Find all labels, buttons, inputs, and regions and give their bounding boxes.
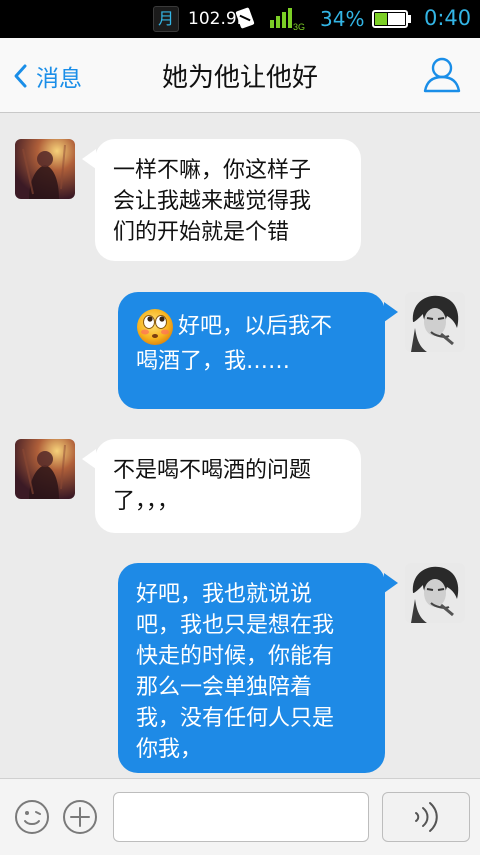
- avatar[interactable]: [15, 139, 75, 199]
- app-notification-icon: [235, 7, 255, 29]
- clock: 0:40: [424, 6, 472, 30]
- message-line: 一样不嘛，你这样子: [113, 158, 312, 183]
- message-line: 不是喝不喝酒的问题: [113, 458, 312, 483]
- chat-header: 消息 她为他让他好: [0, 38, 480, 113]
- bubble-tail: [384, 302, 398, 322]
- bubble-tail: [384, 573, 398, 593]
- voice-wave-icon: [415, 802, 438, 832]
- moon-icon: 月: [153, 6, 179, 32]
- status-bar: 月 102.9M 3G 34% 0:40: [0, 0, 480, 38]
- message-bubble[interactable]: 好吧，我也就说说 吧，我也只是想在我 快走的时候，你能有 那么一会单独陪着 我，…: [118, 563, 385, 773]
- message-line: 会让我越来越觉得我: [113, 189, 312, 214]
- svg-text:3G: 3G: [293, 22, 305, 32]
- rolling-eyes-emoji-icon: [137, 309, 173, 345]
- bubble-tail: [82, 149, 96, 169]
- message-line: 们的开始就是个错: [113, 220, 290, 245]
- message-item: 不是喝不喝酒的问题 了，，，: [0, 423, 480, 543]
- message-line: 好吧，以后我不: [136, 308, 367, 346]
- message-text: 好吧，以后我不: [178, 314, 333, 339]
- message-line: 你我，: [136, 737, 203, 762]
- voice-button[interactable]: [382, 792, 470, 842]
- message-bubble[interactable]: 好吧，以后我不 喝酒了，我……: [118, 292, 385, 409]
- message-list[interactable]: 一样不嘛，你这样子 会让我越来越觉得我 们的开始就是个错 好吧，以后我不 喝酒了…: [0, 113, 480, 778]
- message-input[interactable]: [113, 792, 369, 842]
- plus-circle-icon[interactable]: [62, 799, 98, 835]
- message-line: 喝酒了，我……: [136, 349, 291, 374]
- signal-3g-icon: 3G: [270, 8, 305, 32]
- avatar[interactable]: [405, 563, 465, 623]
- battery-percent: 34%: [320, 7, 365, 31]
- message-line: 我，没有任何人只是: [136, 706, 335, 731]
- bubble-tail: [82, 449, 96, 469]
- message-line: 吧，我也只是想在我: [136, 613, 335, 638]
- input-bar: [0, 778, 480, 855]
- message-line: 了，，，: [113, 489, 180, 514]
- message-bubble[interactable]: 一样不嘛，你这样子 会让我越来越觉得我 们的开始就是个错: [95, 139, 361, 261]
- message-line: 好吧，我也就说说: [136, 582, 313, 607]
- message-bubble[interactable]: 不是喝不喝酒的问题 了，，，: [95, 439, 361, 533]
- message-line: 快走的时候，你能有: [136, 644, 335, 669]
- message-item: 一样不嘛，你这样子 会让我越来越觉得我 们的开始就是个错: [0, 113, 480, 273]
- chat-title: 她为他让他好: [161, 63, 318, 93]
- message-item: 好吧，我也就说说 吧，我也只是想在我 快走的时候，你能有 那么一会单独陪着 我，…: [0, 553, 480, 778]
- avatar[interactable]: [15, 439, 75, 499]
- smiley-icon[interactable]: [14, 799, 50, 835]
- person-icon[interactable]: [422, 54, 462, 94]
- message-item: 好吧，以后我不 喝酒了，我……: [0, 283, 480, 413]
- avatar[interactable]: [405, 292, 465, 352]
- message-line: 那么一会单独陪着: [136, 675, 313, 700]
- battery-icon: [372, 10, 411, 28]
